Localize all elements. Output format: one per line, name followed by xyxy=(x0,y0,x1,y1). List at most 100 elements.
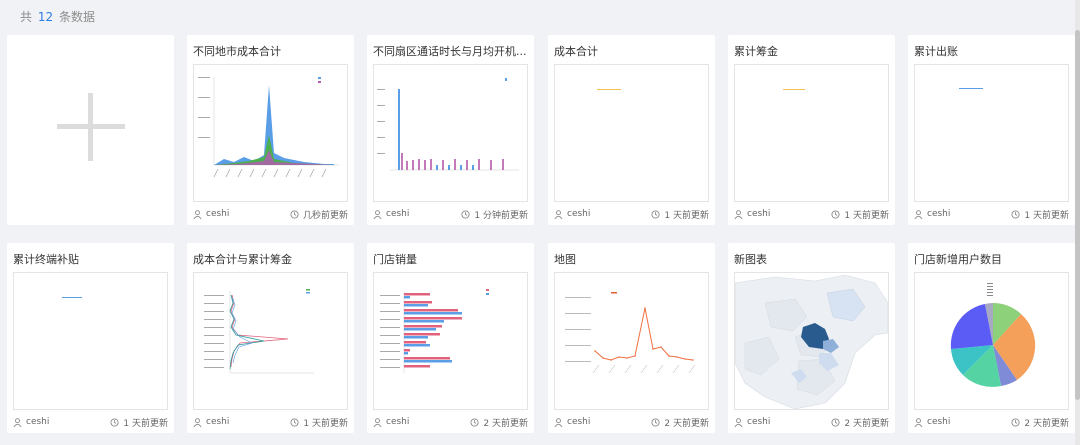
card-title: 累计出账 xyxy=(914,45,958,58)
user-icon xyxy=(373,417,382,427)
chart-thumbnail[interactable] xyxy=(554,272,709,410)
clock-icon xyxy=(651,209,660,219)
updated-time: 1 天前更新 xyxy=(1024,210,1069,221)
author-name: ceshi xyxy=(206,209,230,219)
user-icon xyxy=(734,417,743,427)
chart-card[interactable]: 不同扇区通话时长与月均开机... ceshi 1 分钟前更新 xyxy=(367,35,534,225)
kpi-preview xyxy=(959,88,983,89)
author-name: ceshi xyxy=(567,209,591,219)
user-icon xyxy=(193,209,202,219)
card-title: 成本合计与累计筹金 xyxy=(193,253,292,266)
clock-icon xyxy=(461,209,470,219)
chart-thumbnail[interactable] xyxy=(914,64,1069,202)
card-title: 地图 xyxy=(554,253,576,266)
chart-thumbnail[interactable] xyxy=(734,64,889,202)
kpi-preview xyxy=(597,89,621,90)
card-footer: ceshi 1 分钟前更新 xyxy=(373,207,528,221)
chart-card[interactable]: 成本合计 ceshi 1 天前更新 xyxy=(548,35,715,225)
card-footer: ceshi 1 天前更新 xyxy=(13,415,168,429)
user-icon xyxy=(13,417,22,427)
updated-time: 1 天前更新 xyxy=(844,210,889,221)
scrollbar-thumb[interactable] xyxy=(1075,30,1080,400)
card-title: 门店新增用户数目 xyxy=(914,253,1002,266)
author: ceshi xyxy=(193,209,229,219)
updated: 1 天前更新 xyxy=(1011,208,1069,221)
author-name: ceshi xyxy=(747,417,771,427)
chart-card[interactable]: 累计出账 ceshi 1 天前更新 xyxy=(908,35,1075,225)
chart-thumbnail[interactable] xyxy=(914,272,1069,410)
chart-thumbnail[interactable] xyxy=(13,272,168,410)
card-footer: ceshi 1 天前更新 xyxy=(914,207,1069,221)
card-title: 不同扇区通话时长与月均开机... xyxy=(373,45,527,58)
card-title: 新图表 xyxy=(734,253,767,266)
card-title: 门店销量 xyxy=(373,253,417,266)
chart-card[interactable]: 新图表 ceshi 2 天前更新 xyxy=(728,243,895,433)
clock-icon xyxy=(651,417,660,427)
plus-icon xyxy=(57,93,125,161)
line-chart-preview xyxy=(565,292,696,374)
card-footer: ceshi 2 天前更新 xyxy=(734,415,889,429)
chart-card[interactable]: 门店销量 ceshi 2 天前更新 xyxy=(367,243,534,433)
chart-thumbnail[interactable] xyxy=(193,64,348,202)
chart-card[interactable]: 地图 ceshi 2 天前更新 xyxy=(548,243,715,433)
user-icon xyxy=(193,417,202,427)
updated-time: 2 天前更新 xyxy=(483,418,528,429)
clock-icon xyxy=(110,417,119,427)
author-name: ceshi xyxy=(567,417,591,427)
chart-card[interactable]: 累计筹金 ceshi 1 天前更新 xyxy=(728,35,895,225)
updated: 几秒前更新 xyxy=(290,208,348,221)
author-name: ceshi xyxy=(927,417,951,427)
author-name: ceshi xyxy=(927,209,951,219)
author: ceshi xyxy=(554,209,590,219)
updated: 2 天前更新 xyxy=(831,416,889,429)
chart-thumbnail[interactable] xyxy=(373,64,528,202)
updated-time: 几秒前更新 xyxy=(302,210,348,221)
chart-thumbnail[interactable] xyxy=(734,272,889,410)
chart-card[interactable]: 成本合计与累计筹金 ceshi 1 天前更新 xyxy=(187,243,354,433)
card-title: 累计终端补贴 xyxy=(13,253,79,266)
pie-chart-preview xyxy=(950,283,1036,387)
updated: 1 分钟前更新 xyxy=(461,208,528,221)
total-number: 12 xyxy=(37,10,54,24)
updated-time: 2 天前更新 xyxy=(1024,418,1069,429)
clock-icon xyxy=(1011,417,1020,427)
card-footer: ceshi 2 天前更新 xyxy=(914,415,1069,429)
user-icon xyxy=(914,417,923,427)
updated: 1 天前更新 xyxy=(290,416,348,429)
area-chart-preview xyxy=(198,77,339,178)
chart-thumbnail[interactable] xyxy=(554,64,709,202)
user-icon xyxy=(914,209,923,219)
updated: 1 天前更新 xyxy=(831,208,889,221)
scrollbar[interactable] xyxy=(1075,0,1080,445)
total-suffix: 条数据 xyxy=(58,10,95,24)
kpi-preview xyxy=(783,89,805,90)
updated: 1 天前更新 xyxy=(651,208,709,221)
author: ceshi xyxy=(914,417,950,427)
card-title: 成本合计 xyxy=(554,45,598,58)
user-icon xyxy=(554,417,563,427)
chart-thumbnail[interactable] xyxy=(373,272,528,410)
author: ceshi xyxy=(554,417,590,427)
author-name: ceshi xyxy=(386,209,410,219)
clock-icon xyxy=(470,417,479,427)
card-title: 累计筹金 xyxy=(734,45,778,58)
author-name: ceshi xyxy=(386,417,410,427)
card-footer: ceshi 2 天前更新 xyxy=(554,415,709,429)
card-footer: ceshi 1 天前更新 xyxy=(554,207,709,221)
chart-card[interactable]: 不同地市成本合计 ceshi 几秒前更新 xyxy=(187,35,354,225)
updated-time: 1 分钟前更新 xyxy=(474,210,528,221)
author: ceshi xyxy=(373,209,409,219)
clock-icon xyxy=(1011,209,1020,219)
updated-time: 2 天前更新 xyxy=(844,418,889,429)
card-footer: ceshi 几秒前更新 xyxy=(193,207,348,221)
card-footer: ceshi 1 天前更新 xyxy=(193,415,348,429)
chart-thumbnail[interactable] xyxy=(193,272,348,410)
chart-card[interactable]: 门店新增用户数目 ceshi 2 天前更新 xyxy=(908,243,1075,433)
add-chart-card[interactable] xyxy=(7,35,174,225)
updated: 2 天前更新 xyxy=(651,416,709,429)
card-footer: ceshi 2 天前更新 xyxy=(373,415,528,429)
chart-card[interactable]: 累计终端补贴 ceshi 1 天前更新 xyxy=(7,243,174,433)
kpi-preview xyxy=(62,297,82,298)
author: ceshi xyxy=(13,417,49,427)
user-icon xyxy=(734,209,743,219)
